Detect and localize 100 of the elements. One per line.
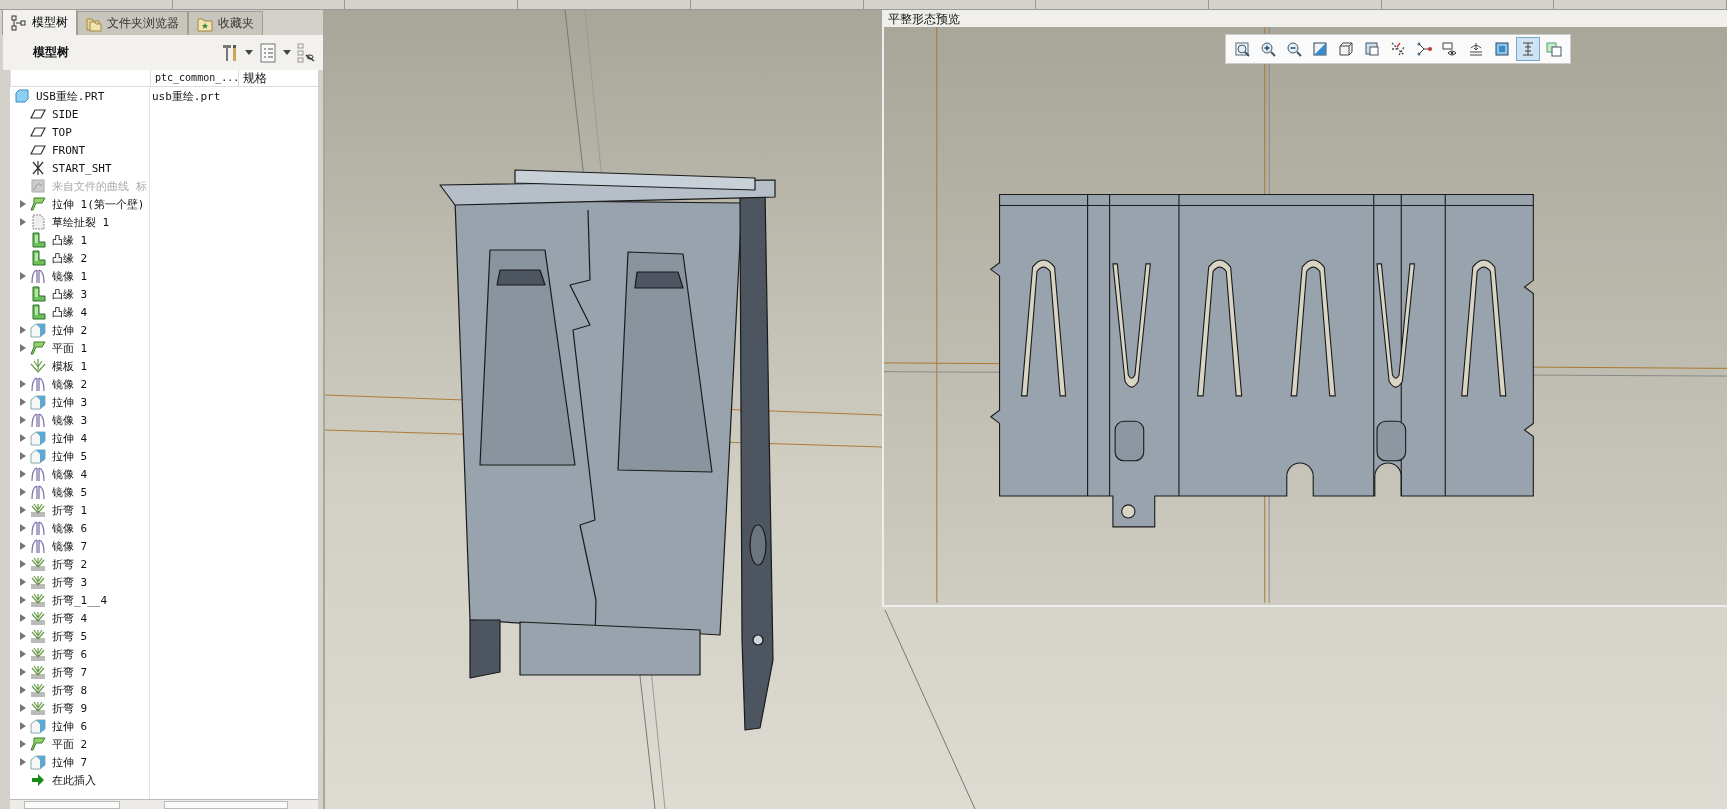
expand-arrow-icon[interactable] [20,416,26,424]
bend-icon [30,700,46,716]
tree-item[interactable]: 凸缘 2 [52,250,88,266]
mirror-icon [30,538,46,554]
flange-icon [30,304,46,320]
tree-item[interactable]: 拉伸 4 [52,430,88,446]
expand-arrow-icon[interactable] [20,200,26,208]
square-icon [1312,41,1328,57]
expand-arrow-icon[interactable] [20,488,26,496]
tree-item[interactable]: 凸缘 3 [52,286,88,302]
tree-item[interactable]: 镜像 2 [52,376,88,392]
expand-arrow-icon[interactable] [20,758,26,766]
expand-arrow-icon[interactable] [20,506,26,514]
tree-item[interactable]: 平面 1 [52,340,88,356]
node-icon [1416,41,1432,57]
expand-arrow-icon[interactable] [20,434,26,442]
tree-item[interactable]: 拉伸 2 [52,322,88,338]
expand-arrow-icon[interactable] [20,218,26,226]
shaded-icon [1494,41,1510,57]
dropdown-caret-icon[interactable] [283,50,291,55]
expand-arrow-icon[interactable] [20,704,26,712]
expand-arrow-icon[interactable] [20,668,26,676]
tree-item[interactable]: 草绘扯裂 1 [52,214,110,230]
tree-item[interactable]: 拉伸 5 [52,448,88,464]
panel-tab[interactable]: 模型树 [2,9,77,35]
tree-item[interactable]: 折弯 8 [52,682,88,698]
expand-arrow-icon[interactable] [20,614,26,622]
scrollbar[interactable] [24,801,120,809]
tree-item[interactable]: 折弯 2 [52,556,88,572]
tree-item[interactable]: 折弯 6 [52,646,88,662]
flat-wall-icon [30,340,46,356]
cube-icon [30,448,46,464]
column-header[interactable]: ptc_common_... [150,70,238,86]
tree-item[interactable]: 折弯 3 [52,574,88,590]
expand-arrow-icon[interactable] [20,524,26,532]
coordinate-system-icon [30,160,46,176]
tree-item[interactable]: 折弯_1__4 [52,592,108,608]
expand-arrow-icon[interactable] [20,722,26,730]
form-icon [30,358,46,374]
window-title: 平整形态预览 [884,12,1727,27]
tools-icon[interactable] [221,42,239,63]
mirror-icon [30,412,46,428]
tree-item[interactable]: 模板 1 [52,358,88,374]
tree-item[interactable]: 镜像 4 [52,466,88,482]
tree-item[interactable]: TOP [52,125,72,139]
tree-item[interactable]: FRONT [52,143,86,157]
cube-icon [30,754,46,770]
tree-item[interactable]: 折弯 7 [52,664,88,680]
expand-arrow-icon[interactable] [20,686,26,694]
tree-item[interactable]: 镜像 5 [52,484,88,500]
bend-icon [30,610,46,626]
tree-item[interactable]: 镜像 6 [52,520,88,536]
tree-item[interactable]: 拉伸 3 [52,394,88,410]
expand-arrow-icon[interactable] [20,542,26,550]
expand-arrow-icon[interactable] [20,578,26,586]
tree-item[interactable]: 拉伸 1(第一个壁) [52,196,145,212]
tree-item[interactable]: 折弯 4 [52,610,88,626]
expand-arrow-icon[interactable] [20,326,26,334]
tree-item[interactable]: 平面 2 [52,736,88,752]
expand-arrow-icon[interactable] [20,380,26,388]
plane-icon [1468,41,1484,57]
expand-arrow-icon[interactable] [20,398,26,406]
tree-item[interactable]: 镜像 3 [52,412,88,428]
tree-filter-icon[interactable] [297,42,315,63]
tree-item[interactable]: 凸缘 1 [52,232,88,248]
tree-item[interactable]: 凸缘 4 [52,304,88,320]
tree-item[interactable]: 镜像 7 [52,538,88,554]
tree-item[interactable]: START_SHT [52,161,112,175]
scrollbar[interactable] [164,801,288,809]
tree-item[interactable]: 折弯 5 [52,628,88,644]
expand-arrow-icon[interactable] [20,632,26,640]
expand-arrow-icon[interactable] [20,740,26,748]
cube-icon [30,322,46,338]
dropdown-caret-icon[interactable] [245,50,253,55]
panel-tab[interactable]: 收藏夹 [188,11,263,35]
list-icon[interactable] [259,42,277,63]
expand-arrow-icon[interactable] [20,470,26,478]
curve-icon [30,178,46,194]
flat-wall-icon [30,736,46,752]
expand-arrow-icon[interactable] [20,596,26,604]
tree-item[interactable]: 折弯 9 [52,700,88,716]
expand-arrow-icon[interactable] [20,272,26,280]
tree-item[interactable]: 折弯 1 [52,502,88,518]
tree-item[interactable]: 拉伸 6 [52,718,88,734]
bend-icon [30,556,46,572]
expand-arrow-icon[interactable] [20,560,26,568]
expand-arrow-icon[interactable] [20,452,26,460]
expand-arrow-icon[interactable] [20,650,26,658]
tree-item[interactable]: 在此插入 [52,772,96,788]
column-header[interactable]: 规格 [238,70,318,86]
bend-icon [30,592,46,608]
tree-item[interactable]: 镜像 1 [52,268,88,284]
tree-item[interactable]: USB重绘.PRT [36,88,105,104]
mirror-icon [30,268,46,284]
panel-tab[interactable]: 文件夹浏览器 [77,11,188,35]
tree-item[interactable]: SIDE [52,107,79,121]
expand-arrow-icon[interactable] [20,344,26,352]
toolbar-button[interactable] [1516,37,1540,61]
panel-title: 模型树 [33,44,70,61]
tree-item[interactable]: 拉伸 7 [52,754,88,770]
